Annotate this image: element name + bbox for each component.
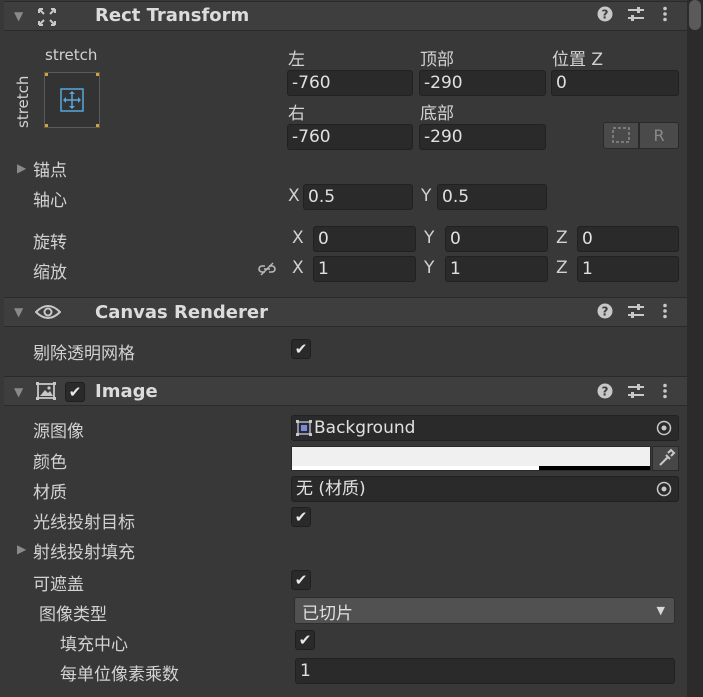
scrollbar[interactable]	[687, 0, 703, 697]
help-icon[interactable]: ?	[597, 303, 613, 323]
material-field[interactable]: 无 (材质)	[291, 476, 679, 502]
pivot-x-field[interactable]: 0.5	[303, 184, 413, 210]
object-picker-icon[interactable]	[656, 481, 672, 497]
pivot-y-label: Y	[421, 186, 432, 206]
ppu-multiplier-field[interactable]: 1	[295, 658, 675, 684]
image-type-value: 已切片	[302, 604, 353, 624]
component-title: Canvas Renderer	[95, 302, 268, 323]
color-swatch[interactable]	[291, 446, 651, 471]
scrollbar-thumb[interactable]	[689, 0, 701, 30]
fill-center-checkbox[interactable]: ✔	[295, 630, 315, 650]
scale-x-field[interactable]: 1	[313, 256, 416, 282]
help-icon[interactable]: ?	[597, 6, 613, 26]
kebab-menu-icon[interactable]	[662, 383, 668, 403]
bottom-field[interactable]: -290	[419, 124, 546, 150]
raycast-padding-expand-icon[interactable]: ▶	[17, 542, 26, 556]
presets-icon[interactable]	[627, 6, 645, 26]
raw-edit-button[interactable]: R	[639, 122, 679, 149]
svg-text:?: ?	[602, 385, 609, 399]
chevron-down-icon: ▼	[656, 604, 665, 617]
raycast-target-label: 光线投射目标	[33, 513, 135, 533]
svg-text:?: ?	[602, 8, 609, 22]
cull-transparent-mesh-label: 剔除透明网格	[33, 344, 135, 364]
anchor-preset-button[interactable]	[44, 72, 100, 128]
anchor-preset-h-label: stretch	[45, 46, 98, 64]
anchors-label[interactable]: 锚点	[33, 156, 67, 181]
constrain-proportions-icon[interactable]	[258, 261, 276, 281]
kebab-menu-icon[interactable]	[662, 303, 668, 323]
cull-transparent-mesh-checkbox[interactable]: ✔	[291, 339, 311, 359]
rotation-x-field[interactable]: 0	[313, 226, 416, 252]
scale-z-label: Z	[556, 258, 568, 278]
object-picker-icon[interactable]	[656, 420, 672, 436]
help-icon[interactable]: ?	[597, 383, 613, 403]
material-label: 材质	[33, 483, 67, 503]
blueprint-mode-button[interactable]	[603, 122, 639, 149]
scale-z-field[interactable]: 1	[577, 256, 679, 282]
pivot-y-field[interactable]: 0.5	[437, 184, 547, 210]
fill-center-label: 填充中心	[60, 635, 128, 655]
bottom-label: 底部	[420, 104, 454, 124]
pivot-x-label: X	[288, 186, 300, 206]
collapse-arrow-icon[interactable]: ▼	[14, 385, 23, 399]
scale-label: 缩放	[33, 263, 67, 283]
left-field[interactable]: -760	[287, 70, 413, 96]
maskable-checkbox[interactable]: ✔	[291, 570, 311, 590]
rotation-x-label: X	[292, 228, 304, 248]
left-label: 左	[288, 50, 305, 70]
anchor-preset-v-label: stretch	[14, 75, 32, 128]
presets-icon[interactable]	[627, 383, 645, 403]
scale-x-label: X	[292, 258, 304, 278]
color-label: 颜色	[33, 453, 67, 473]
image-type-dropdown[interactable]: 已切片 ▼	[294, 597, 675, 624]
rotation-y-field[interactable]: 0	[445, 226, 548, 252]
top-label: 顶部	[420, 50, 454, 70]
pos-z-field[interactable]: 0	[551, 70, 679, 96]
kebab-menu-icon[interactable]	[662, 6, 668, 26]
sprite-icon	[296, 420, 312, 436]
svg-text:?: ?	[602, 305, 609, 319]
top-field[interactable]: -290	[419, 70, 546, 96]
component-title: Rect Transform	[95, 5, 250, 26]
right-label: 右	[288, 104, 305, 124]
rotation-z-label: Z	[556, 228, 568, 248]
rotation-y-label: Y	[424, 228, 435, 248]
raycast-padding-label[interactable]: 射线投射填充	[33, 538, 135, 563]
eyedropper-icon	[659, 448, 676, 466]
rect-transform-icon	[38, 8, 56, 26]
source-image-field[interactable]: Background	[291, 415, 679, 441]
scale-y-field[interactable]: 1	[445, 256, 548, 282]
right-field[interactable]: -760	[287, 124, 413, 150]
collapse-arrow-icon[interactable]: ▼	[14, 9, 23, 23]
eyedropper-button[interactable]	[652, 446, 679, 471]
raycast-target-checkbox[interactable]: ✔	[291, 507, 311, 527]
image-component-icon	[36, 382, 56, 400]
rotation-z-field[interactable]: 0	[577, 226, 679, 252]
collapse-arrow-icon[interactable]: ▼	[14, 305, 23, 319]
rotation-label: 旋转	[33, 233, 67, 253]
scale-y-label: Y	[424, 258, 435, 278]
presets-icon[interactable]	[627, 303, 645, 323]
image-type-label: 图像类型	[39, 605, 107, 625]
component-title: Image	[95, 381, 158, 402]
pivot-label: 轴心	[33, 191, 67, 211]
anchors-expand-icon[interactable]: ▶	[17, 161, 26, 175]
eye-icon	[35, 305, 61, 319]
image-enabled-checkbox[interactable]: ✔	[65, 382, 85, 402]
pos-z-label: 位置 Z	[552, 50, 604, 70]
source-image-label: 源图像	[33, 422, 84, 442]
maskable-label: 可遮盖	[33, 575, 84, 595]
ppu-multiplier-label: 每单位像素乘数	[60, 665, 179, 685]
